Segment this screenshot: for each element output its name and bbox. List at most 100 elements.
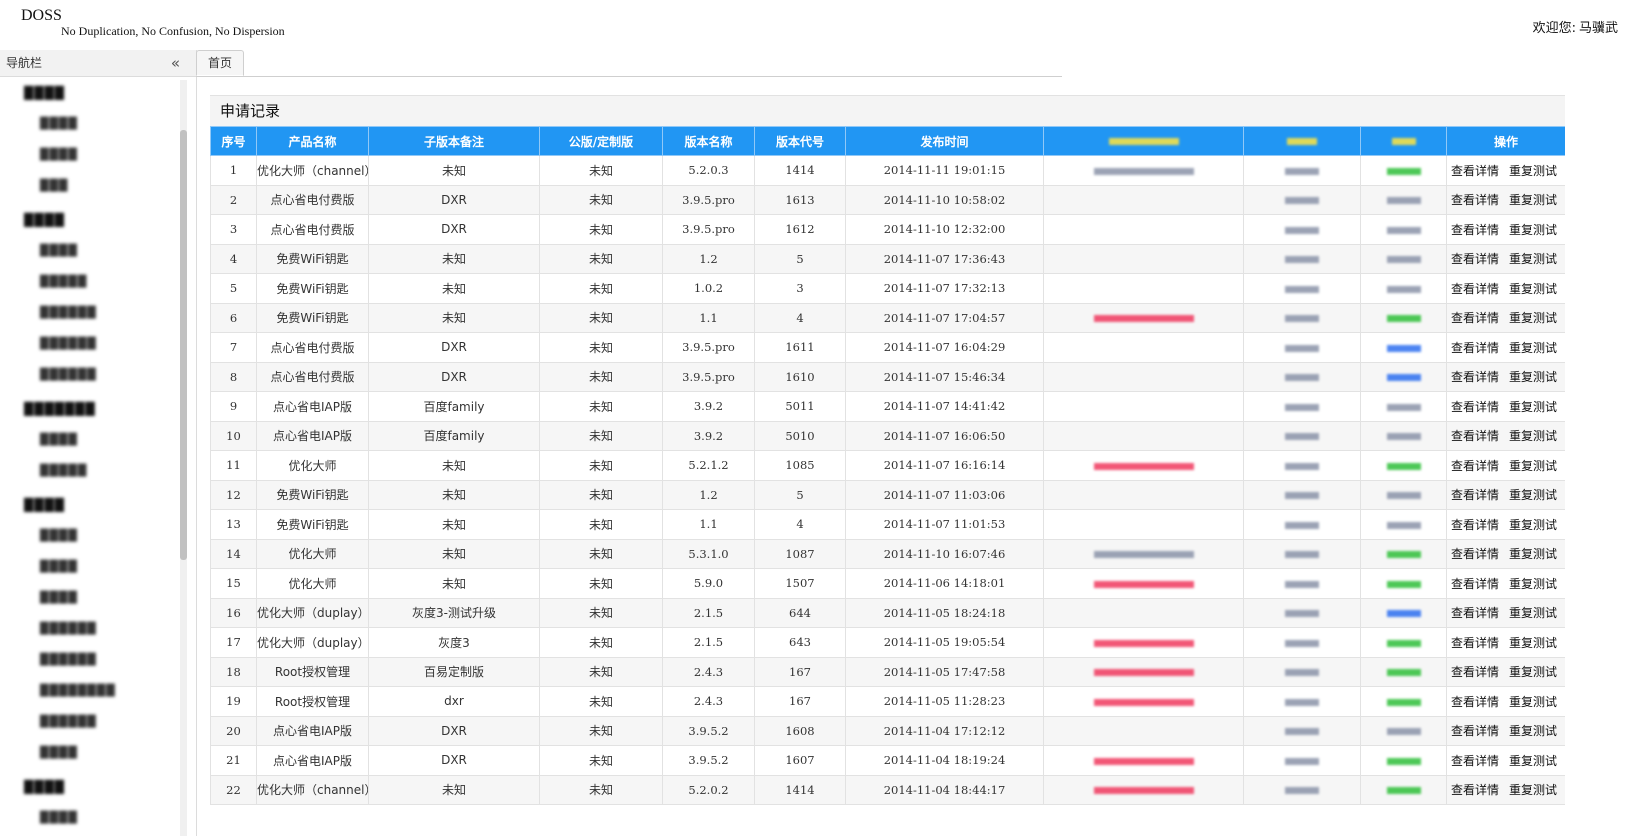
collapse-double-chevron-left-icon[interactable]: « [171,50,180,76]
sidebar-item[interactable]: ██████ [40,306,180,326]
cell-product: 优化大师（duplay） [256,627,369,658]
view-details-link[interactable]: 查看详情 [1451,429,1499,443]
retest-link[interactable]: 重复测试 [1509,724,1557,738]
view-details-link[interactable]: 查看详情 [1451,488,1499,502]
retest-link[interactable]: 重复测试 [1509,695,1557,709]
cell-actions: 查看详情 重复测试 [1446,302,1565,333]
view-details-link[interactable]: 查看详情 [1451,400,1499,414]
sidebar-item[interactable]: ██████ [40,653,180,673]
retest-link[interactable]: 重复测试 [1509,459,1557,473]
cell-no: 8 [210,361,257,392]
retest-link[interactable]: 重复测试 [1509,754,1557,768]
cell-redacted-1 [1043,450,1244,481]
retest-link[interactable]: 重复测试 [1509,223,1557,237]
retest-link[interactable]: 重复测试 [1509,193,1557,207]
retest-link[interactable]: 重复测试 [1509,488,1557,502]
view-details-link[interactable]: 查看详情 [1451,606,1499,620]
cell-publish-time: 2014-11-07 16:06:50 [845,420,1044,451]
view-details-link[interactable]: 查看详情 [1451,695,1499,709]
sidebar-item[interactable]: ████ [40,560,180,580]
cell-no: 19 [210,686,257,717]
view-details-link[interactable]: 查看详情 [1451,547,1499,561]
sidebar-item[interactable]: ██████ [40,368,180,388]
cell-actions: 查看详情 重复测试 [1446,450,1565,481]
retest-link[interactable]: 重复测试 [1509,783,1557,797]
retest-link[interactable]: 重复测试 [1509,341,1557,355]
sidebar-item[interactable]: ████████ [40,684,180,704]
sidebar-item[interactable]: ████ [40,811,180,831]
retest-link[interactable]: 重复测试 [1509,606,1557,620]
cell-actions: 查看详情 重复测试 [1446,745,1565,776]
cell-actions: 查看详情 重复测试 [1446,243,1565,274]
sidebar-item[interactable]: █████ [40,275,180,295]
view-details-link[interactable]: 查看详情 [1451,311,1499,325]
sidebar-group-1[interactable]: ████ [24,213,180,233]
cell-version-name: 2.4.3 [662,656,755,687]
view-details-link[interactable]: 查看详情 [1451,252,1499,266]
retest-link[interactable]: 重复测试 [1509,370,1557,384]
records-panel: 申请记录 序号 产品名称 子版本备注 公版/定制版 版本名称 版本代号 发布时间… [210,95,1565,836]
sidebar-item[interactable]: ████ [40,529,180,549]
cell-product: 免费WiFi钥匙 [256,273,369,304]
view-details-link[interactable]: 查看详情 [1451,518,1499,532]
sidebar-item[interactable]: ████ [40,433,180,453]
cell-redacted-2 [1243,479,1361,510]
sidebar-item[interactable]: █████ [40,464,180,484]
sidebar-item[interactable]: ████ [40,244,180,264]
retest-link[interactable]: 重复测试 [1509,400,1557,414]
view-details-link[interactable]: 查看详情 [1451,164,1499,178]
sidebar-group-0[interactable]: ████ [24,86,180,106]
view-details-link[interactable]: 查看详情 [1451,459,1499,473]
view-details-link[interactable]: 查看详情 [1451,724,1499,738]
cell-version-name: 3.9.5.2 [662,745,755,776]
view-details-link[interactable]: 查看详情 [1451,783,1499,797]
retest-link[interactable]: 重复测试 [1509,282,1557,296]
retest-link[interactable]: 重复测试 [1509,577,1557,591]
cell-version-code: 4 [754,509,846,540]
sidebar-group-2[interactable]: ███████ [24,402,180,422]
user-name[interactable]: 马骥武 [1579,21,1618,36]
retest-link[interactable]: 重复测试 [1509,429,1557,443]
cell-version-name: 3.9.5.2 [662,715,755,746]
sidebar-item[interactable]: ██████ [40,715,180,735]
retest-link[interactable]: 重复测试 [1509,164,1557,178]
sidebar-item[interactable]: ███ [40,179,180,199]
retest-link[interactable]: 重复测试 [1509,518,1557,532]
view-details-link[interactable]: 查看详情 [1451,370,1499,384]
cell-product: 免费WiFi钥匙 [256,479,369,510]
cell-redacted-3 [1360,774,1447,805]
cell-version-name: 2.4.3 [662,686,755,717]
view-details-link[interactable]: 查看详情 [1451,636,1499,650]
sidebar-item[interactable]: ████ [40,591,180,611]
retest-link[interactable]: 重复测试 [1509,665,1557,679]
cell-redacted-2 [1243,391,1361,422]
view-details-link[interactable]: 查看详情 [1451,754,1499,768]
sidebar-item[interactable]: ██████ [40,622,180,642]
sidebar-item[interactable]: ████ [40,117,180,137]
cell-version-code: 1087 [754,538,846,569]
tab-home[interactable]: 首页 [196,50,245,76]
view-details-link[interactable]: 查看详情 [1451,341,1499,355]
cell-edition: 未知 [539,184,663,215]
view-details-link[interactable]: 查看详情 [1451,193,1499,207]
view-details-link[interactable]: 查看详情 [1451,577,1499,591]
sidebar-group-3[interactable]: ████ [24,498,180,518]
sidebar-scrollbar-thumb[interactable] [180,130,187,560]
retest-link[interactable]: 重复测试 [1509,547,1557,561]
cell-product: 点心省电付费版 [256,184,369,215]
view-details-link[interactable]: 查看详情 [1451,223,1499,237]
sidebar-item[interactable]: ████ [40,746,180,766]
retest-link[interactable]: 重复测试 [1509,252,1557,266]
cell-product: 优化大师（channel） [256,155,369,186]
cell-redacted-2 [1243,361,1361,392]
retest-link[interactable]: 重复测试 [1509,636,1557,650]
retest-link[interactable]: 重复测试 [1509,311,1557,325]
view-details-link[interactable]: 查看详情 [1451,665,1499,679]
sidebar-item[interactable]: ██████ [40,337,180,357]
sidebar-group-4[interactable]: ████ [24,780,180,800]
table-row: 3 点心省电付费版 DXR 未知 3.9.5.pro 1612 2014-11-10 12:… [210,214,1565,245]
view-details-link[interactable]: 查看详情 [1451,282,1499,296]
sidebar-item[interactable]: ████ [40,148,180,168]
cell-version-name: 1.2 [662,243,755,274]
cell-version-name: 5.9.0 [662,568,755,599]
